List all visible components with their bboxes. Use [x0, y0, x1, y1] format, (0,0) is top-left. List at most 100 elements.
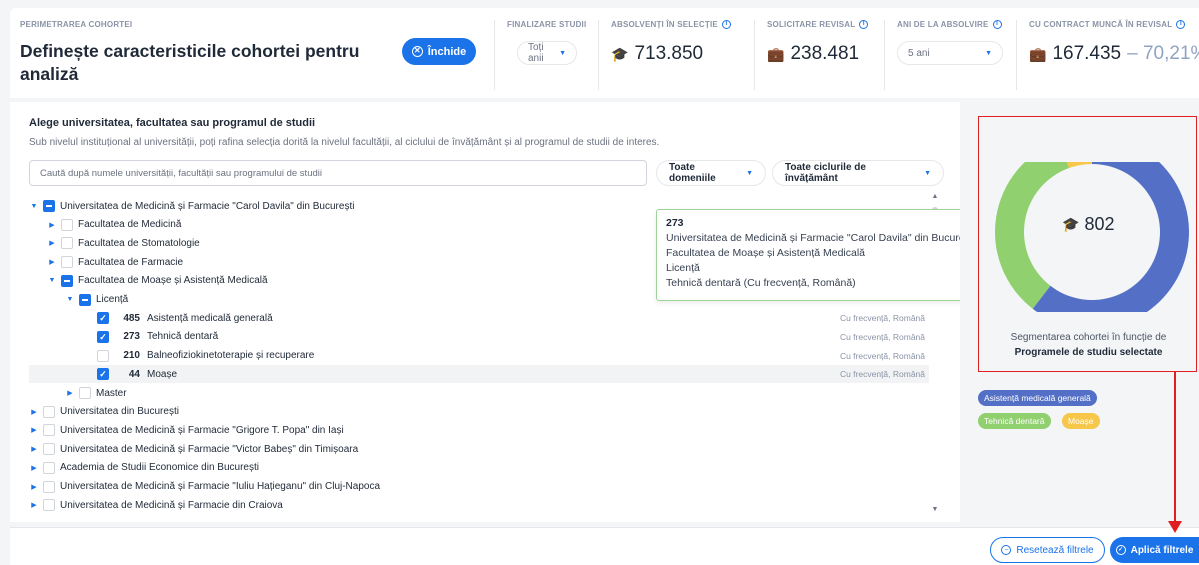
tree-row-label: Universitatea de Medicină și Farmacie "C…: [60, 200, 355, 212]
tree-checkbox[interactable]: ✓: [97, 312, 109, 325]
caret-right-icon[interactable]: ▶: [29, 501, 39, 509]
tree-row[interactable]: ✓ 485 Asistență medicală generală Cu frecve…: [29, 309, 929, 327]
caret-right-icon[interactable]: ▶: [29, 408, 39, 416]
program-count: 210: [123, 350, 140, 362]
tree-checkbox[interactable]: [43, 480, 55, 493]
legend-chip-series-0[interactable]: Asistență medicală generală: [978, 390, 1097, 406]
tree-row[interactable]: ▶ Universitatea de Medicină și Farmacie "…: [29, 478, 929, 496]
kpi-graduation: FINALIZARE STUDII Toți anii ▼: [494, 20, 594, 90]
kpi-graduates: ABSOLVENȚI ÎN SELECȚIE i 🎓 713.850: [598, 20, 754, 90]
caret-right-icon[interactable]: ▶: [65, 389, 75, 397]
info-icon[interactable]: i: [992, 20, 1002, 29]
tree-checkbox[interactable]: [79, 387, 91, 399]
tree-row-label: Balneofiziokinetoterapie și recuperare: [147, 350, 315, 362]
kpi-revisal-value: 238.481: [790, 43, 860, 64]
tree-checkbox[interactable]: [43, 405, 55, 418]
info-icon[interactable]: i: [721, 20, 731, 29]
tree-checkbox[interactable]: [43, 200, 55, 212]
tree-checkbox[interactable]: [43, 443, 55, 456]
program-meta: Cu frecvență, Română: [839, 313, 925, 324]
tree-row[interactable]: ▶ Universitatea de Medicină și Farmacie "…: [29, 421, 929, 439]
graduation-cap-icon: 🎓: [611, 45, 629, 62]
tree-checkbox[interactable]: [61, 274, 73, 287]
tree-row[interactable]: ✓ 273 Tehnică dentară Cu frecvență, Română: [29, 328, 929, 346]
tree-row-label: Facultatea de Farmacie: [78, 256, 184, 268]
caret-down-icon[interactable]: ▼: [65, 296, 75, 303]
annotation-box: [978, 116, 1197, 372]
chevron-down-icon: ▼: [985, 49, 992, 57]
tree-row-label: Moașe: [147, 368, 178, 380]
search-input[interactable]: Caută după numele universității, facultă…: [29, 160, 647, 186]
tree-checkbox[interactable]: [97, 349, 109, 362]
caret-down-icon[interactable]: ▼: [47, 277, 57, 284]
kpi-graduation-label: FINALIZARE STUDII: [507, 20, 587, 29]
kpi-contract-value: 167.435: [1052, 43, 1122, 64]
tree-row[interactable]: ▶ Universitatea din București: [29, 403, 929, 421]
check-circle-icon: ✓: [1115, 545, 1126, 555]
tree-checkbox[interactable]: ✓: [97, 368, 109, 381]
reset-filters-label: Resetează filtrele: [1016, 544, 1094, 556]
reset-icon: –: [1001, 545, 1012, 555]
tree-row[interactable]: ▶ Academia de Studii Economice din Bucure…: [29, 459, 929, 477]
info-icon[interactable]: i: [1176, 20, 1186, 29]
caret-right-icon[interactable]: ▶: [47, 239, 57, 247]
tooltip-cycle: Licență: [666, 262, 700, 274]
scroll-down-icon[interactable]: ▼: [930, 506, 940, 516]
tree-checkbox[interactable]: [61, 218, 73, 231]
caret-right-icon[interactable]: ▶: [29, 445, 39, 453]
kpi-graduates-value: 713.850: [634, 43, 704, 64]
info-icon[interactable]: i: [859, 20, 869, 29]
apply-filters-label: Aplică filtrele: [1130, 544, 1194, 556]
tree-checkbox[interactable]: [43, 424, 55, 437]
tree-checkbox[interactable]: [43, 461, 55, 474]
tree-checkbox[interactable]: [61, 237, 73, 250]
panel-title: Alege universitatea, facultatea sau prog…: [29, 117, 316, 129]
caret-right-icon[interactable]: ▶: [29, 483, 39, 491]
caret-right-icon[interactable]: ▶: [29, 426, 39, 434]
legend-chip-series-2[interactable]: Moașe: [1062, 413, 1100, 429]
cycles-filter-dropdown[interactable]: Toate ciclurile de învățământ ▼: [772, 160, 944, 186]
tree-checkbox[interactable]: [61, 256, 73, 269]
tree-row[interactable]: ▶ Master: [29, 384, 929, 402]
tree-row[interactable]: ▶ Universitatea de Medicină și Farmacie "…: [29, 440, 929, 458]
tree-row-label: Facultatea de Medicină: [78, 219, 182, 231]
close-button[interactable]: ✕ Închide: [402, 38, 476, 65]
tree-row[interactable]: 210 Balneofiziokinetoterapie și recuperar…: [29, 347, 929, 365]
program-count: 44: [128, 368, 140, 380]
reset-filters-button[interactable]: – Resetează filtrele: [990, 537, 1105, 563]
close-circle-icon: ✕: [411, 46, 423, 57]
chevron-down-icon: ▼: [924, 169, 931, 177]
program-tooltip: 273 Universitatea de Medicină și Farmaci…: [656, 209, 994, 301]
legend-label: Tehnică dentară: [984, 416, 1045, 426]
program-meta: Cu frecvență, Română: [839, 331, 925, 342]
tooltip-faculty: Facultatea de Moașe și Asistență Medical…: [666, 247, 866, 259]
caret-down-icon[interactable]: ▼: [29, 203, 39, 210]
kpi-contract: CU CONTRACT MUNCĂ ÎN REVISAL i 💼 167.435…: [1016, 20, 1199, 90]
years-since-graduation-select[interactable]: 5 ani ▼: [897, 41, 1003, 65]
caret-right-icon[interactable]: ▶: [47, 258, 57, 266]
tree-row-label: Master: [96, 387, 127, 399]
annotation-arrow-line: [1174, 372, 1176, 524]
tree-row[interactable]: ▶ Universitatea de Medicină și Farmacie d…: [29, 496, 929, 514]
tooltip-program: Tehnică dentară (Cu frecvență, Română): [666, 277, 856, 289]
tree-row-label: Licență: [96, 294, 129, 305]
graduation-year-select[interactable]: Toți anii ▼: [517, 41, 577, 65]
tree-checkbox[interactable]: ✓: [97, 330, 109, 343]
briefcase-icon: 💼: [1029, 45, 1047, 62]
caret-right-icon[interactable]: ▶: [47, 221, 57, 229]
tree-checkbox[interactable]: [79, 293, 91, 306]
tree-checkbox[interactable]: [43, 499, 55, 512]
domains-filter-dropdown[interactable]: Toate domeniile ▼: [656, 160, 766, 186]
kpi-contract-percent: – 70,21%: [1127, 43, 1199, 64]
apply-filters-button[interactable]: ✓ Aplică filtrele: [1110, 537, 1199, 563]
caret-right-icon[interactable]: ▶: [29, 464, 39, 472]
search-placeholder: Caută după numele universității, facultă…: [40, 167, 322, 179]
annotation-arrow-head: [1168, 521, 1182, 533]
kpi-contract-label: CU CONTRACT MUNCĂ ÎN REVISAL: [1029, 20, 1173, 29]
kpi-years: ANI DE LA ABSOLVIRE i 5 ani ▼: [884, 20, 1012, 90]
legend-label: Asistență medicală generală: [984, 393, 1091, 403]
tree-row[interactable]: ✓ 44 Moașe Cu frecvență, Română: [29, 365, 929, 384]
tree-row-label: Universitatea de Medicină și Farmacie "I…: [60, 481, 381, 492]
legend-chip-series-1[interactable]: Tehnică dentară: [978, 413, 1051, 429]
scroll-up-icon[interactable]: ▲: [930, 193, 940, 203]
